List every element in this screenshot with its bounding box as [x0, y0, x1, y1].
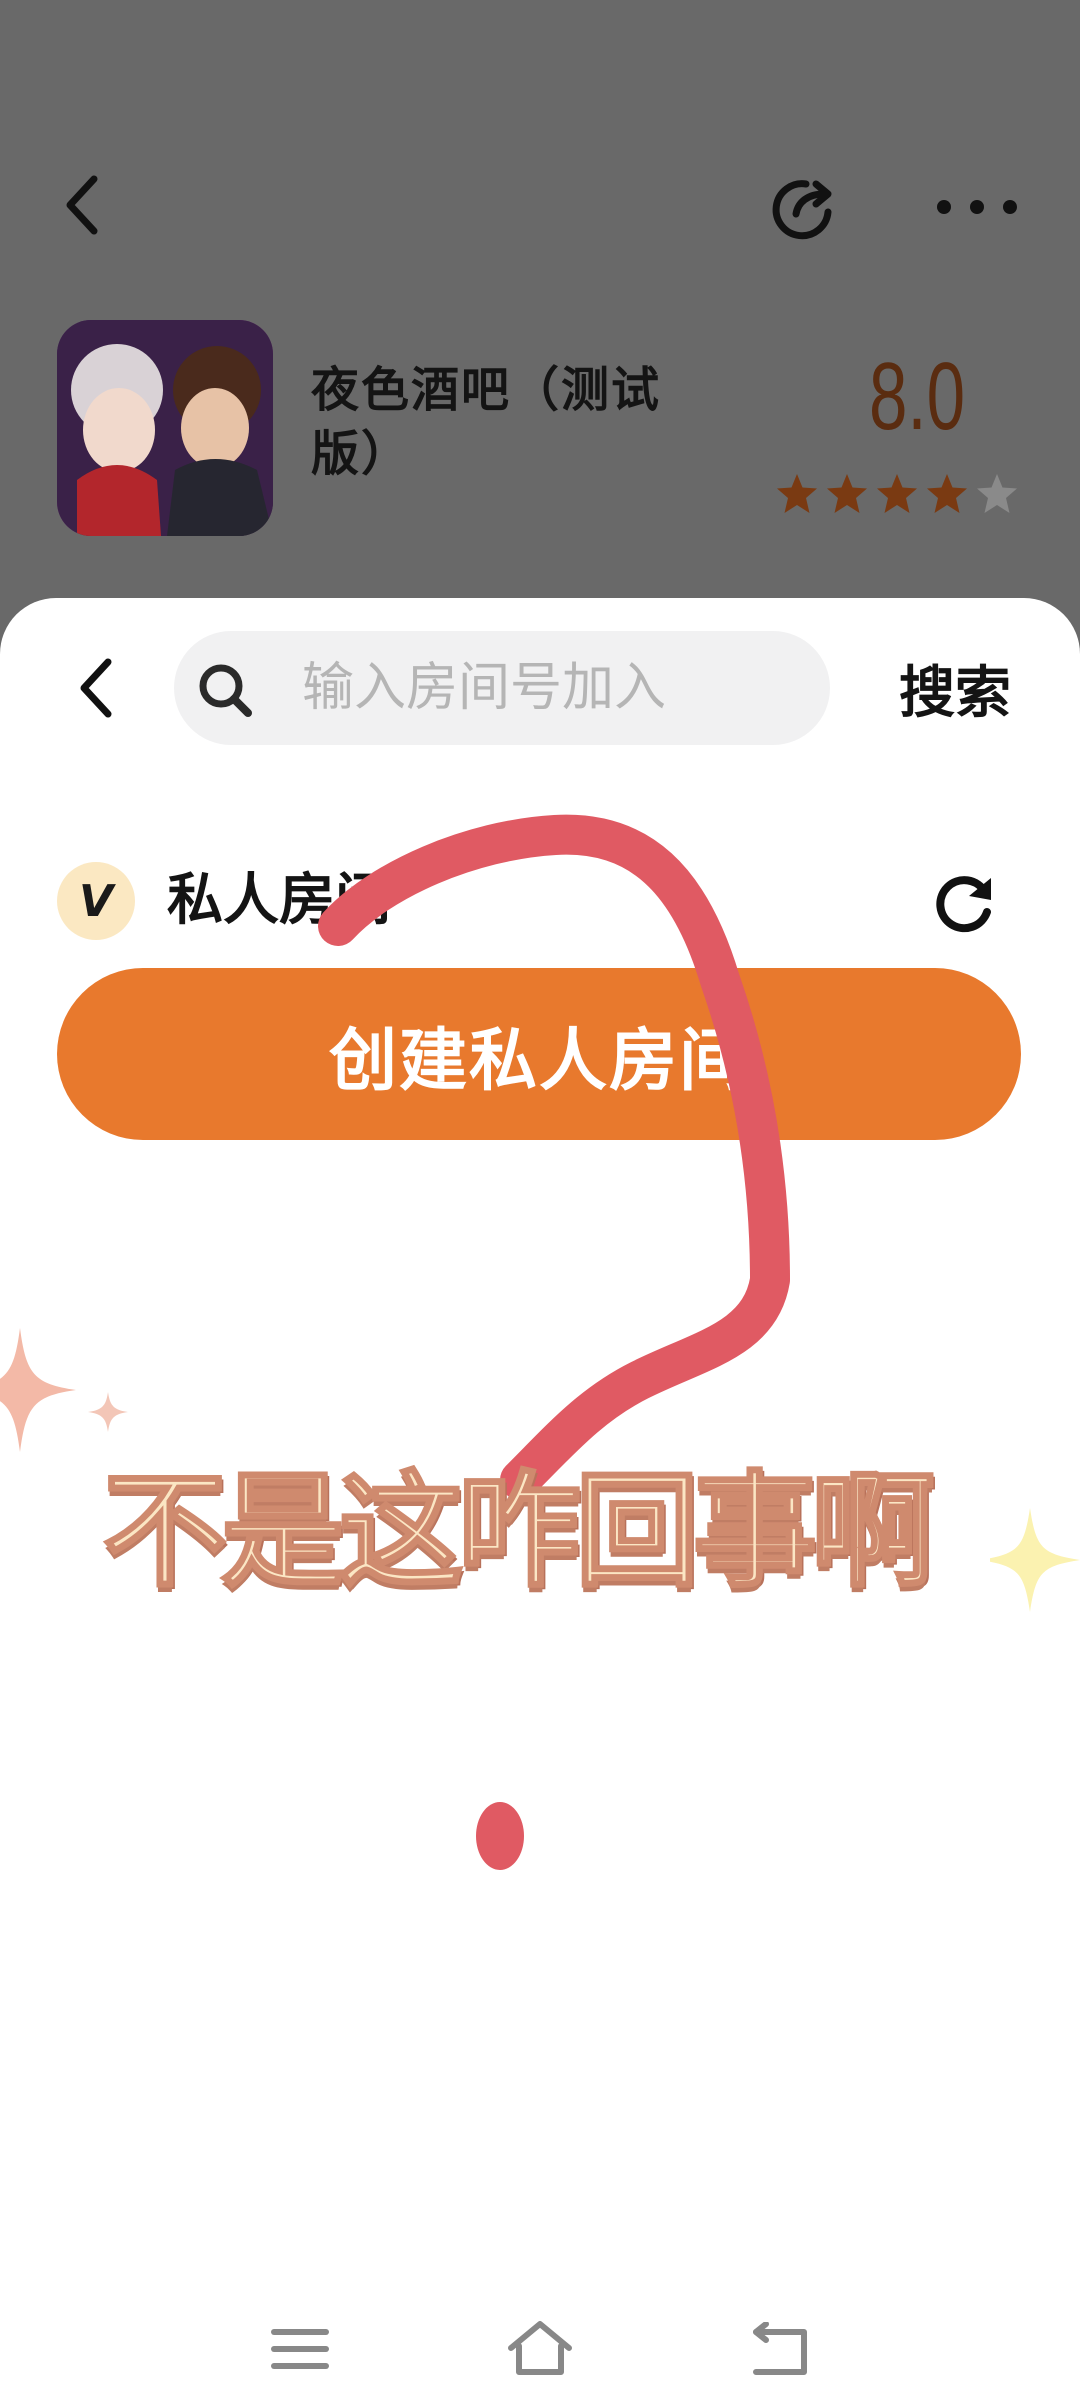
system-nav-bar — [0, 2290, 1080, 2408]
overlay-caption: 不是这咋回事啊 — [101, 1459, 936, 1606]
return-icon[interactable] — [742, 2312, 818, 2388]
home-icon[interactable] — [500, 2308, 580, 2388]
question-mark-scribble — [318, 814, 790, 1870]
menu-icon[interactable] — [262, 2314, 338, 2384]
